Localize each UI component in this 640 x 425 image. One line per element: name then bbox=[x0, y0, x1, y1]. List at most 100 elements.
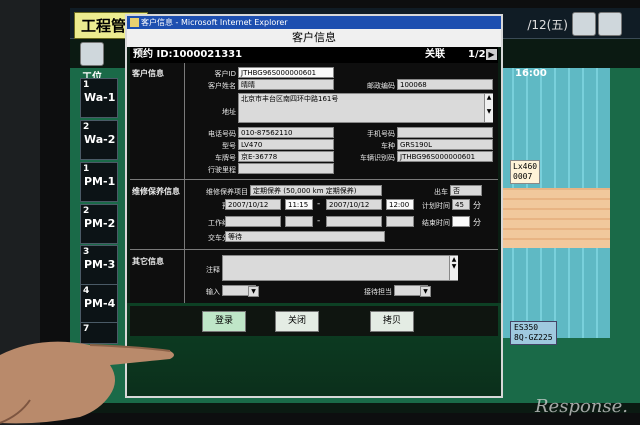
work-from-time[interactable] bbox=[285, 216, 313, 227]
row-number: 4 bbox=[83, 286, 90, 296]
pointing-hand bbox=[0, 341, 174, 424]
toolbar-icon-2[interactable] bbox=[598, 12, 622, 36]
postcode-field[interactable]: 100068 bbox=[397, 79, 493, 90]
row-pm-4[interactable]: 4 PM-4 bbox=[80, 284, 118, 324]
car-out-label: 出车 bbox=[434, 188, 448, 196]
phone-field[interactable]: 010-87562110 bbox=[238, 127, 334, 138]
chevron-down-icon[interactable]: ▼ bbox=[420, 286, 431, 297]
page-indicator: 1/2 bbox=[468, 49, 486, 60]
vin-field[interactable]: JTHBG96S000000601 bbox=[397, 151, 493, 162]
customer-id-label: 客户ID bbox=[214, 70, 236, 78]
chevron-down-icon[interactable]: ▼ bbox=[248, 286, 259, 297]
input-label: 输入 bbox=[206, 288, 220, 296]
row-label: Wa-1 bbox=[84, 91, 116, 104]
row-label: PM-2 bbox=[84, 217, 116, 230]
dialog-header: 客户信息 bbox=[127, 29, 501, 47]
row-number: 1 bbox=[83, 164, 90, 174]
vehicle-type-field[interactable]: GRS190L bbox=[397, 139, 493, 150]
plan-time-field[interactable]: 45 bbox=[452, 199, 470, 210]
row-label: PM-1 bbox=[84, 175, 116, 188]
mileage-label: 行驶里程 bbox=[208, 166, 236, 174]
row-number: 2 bbox=[83, 122, 90, 132]
copy-button[interactable]: 拷贝 bbox=[370, 311, 414, 332]
row-number: 3 bbox=[83, 247, 90, 257]
close-button[interactable]: 关闭 bbox=[275, 311, 319, 332]
section-other: 其它信息 bbox=[132, 257, 164, 266]
address-field[interactable]: 北京市丰台区南四环中路161号 bbox=[238, 93, 493, 123]
range-dash: - bbox=[317, 199, 321, 209]
model-field[interactable]: LV470 bbox=[238, 139, 334, 150]
section-divider-vertical bbox=[184, 63, 185, 303]
note-scrollbar[interactable]: ▲ ▼ bbox=[449, 256, 458, 280]
row-pm-3[interactable]: 3 PM-3 bbox=[80, 245, 118, 285]
row-number: 1 bbox=[83, 80, 90, 90]
row-pm-1[interactable]: 1 PM-1 bbox=[80, 162, 118, 202]
customer-id-field[interactable]: JTHBG96S000000601 bbox=[238, 67, 334, 78]
button-row: 登录 关闭 拷贝 bbox=[130, 306, 498, 336]
plan-time-unit: 分 bbox=[473, 201, 481, 210]
schedule-block[interactable] bbox=[500, 188, 610, 248]
address-scrollbar[interactable]: ▲ ▼ bbox=[484, 94, 493, 122]
reserve-time-from[interactable]: 11:15 bbox=[285, 199, 313, 210]
customer-name-field[interactable]: 晴晴 bbox=[238, 79, 334, 90]
record-bar: 预约 ID:1000021331 关联 1/2 ▶ bbox=[130, 47, 498, 63]
plan-time-label: 计划时间 bbox=[422, 202, 450, 210]
related-label: 关联 bbox=[425, 49, 445, 60]
row-pm-2[interactable]: 2 PM-2 bbox=[80, 204, 118, 244]
watermark: Response. bbox=[534, 396, 628, 417]
window-title: 客户信息 - Microsoft Internet Explorer bbox=[141, 18, 288, 27]
schedule-card[interactable]: Lx460 0007 bbox=[510, 160, 541, 184]
row-label: PM-3 bbox=[84, 258, 116, 271]
work-from-date[interactable] bbox=[225, 216, 281, 227]
app-date: /12(五) bbox=[527, 18, 568, 32]
section-customer: 客户信息 bbox=[132, 69, 164, 78]
next-page-icon[interactable]: ▶ bbox=[486, 49, 497, 60]
car-out-field[interactable]: 否 bbox=[450, 185, 482, 196]
handover-field[interactable]: 等待 bbox=[225, 231, 385, 242]
section-maintenance: 维修保养信息 bbox=[132, 187, 180, 196]
row-wa-2[interactable]: 2 Wa-2 bbox=[80, 120, 118, 160]
address-label: 地址 bbox=[222, 108, 236, 116]
mileage-field[interactable] bbox=[238, 163, 334, 174]
note-label: 注释 bbox=[206, 266, 220, 274]
work-to-date[interactable] bbox=[326, 216, 382, 227]
reserve-date-to[interactable]: 2007/10/12 bbox=[326, 199, 382, 210]
time-label: 16:00 bbox=[515, 68, 547, 79]
customer-info-dialog: 客户信息 - Microsoft Internet Explorer 客户信息 … bbox=[125, 14, 503, 398]
schedule-card[interactable]: ES350 8Q-GZ225 bbox=[510, 321, 557, 345]
ie-icon bbox=[130, 18, 139, 27]
maintenance-item-field[interactable]: 定期保养 (50,000 km 定期保养) bbox=[250, 185, 382, 196]
row-wa-1[interactable]: 1 Wa-1 bbox=[80, 78, 118, 118]
row-label: PM-4 bbox=[84, 297, 116, 310]
plate-field[interactable]: 京E-36778 bbox=[238, 151, 334, 162]
reserve-time-to[interactable]: 12:00 bbox=[386, 199, 414, 210]
title-bar: 客户信息 - Microsoft Internet Explorer bbox=[127, 16, 501, 29]
maintenance-item-label: 维修保养项目 bbox=[206, 188, 248, 196]
note-field[interactable] bbox=[222, 255, 458, 281]
actual-time-field[interactable] bbox=[452, 216, 470, 227]
model-label: 型号 bbox=[222, 142, 236, 150]
mobile-field[interactable] bbox=[397, 127, 493, 138]
mobile-label: 手机号码 bbox=[367, 130, 395, 138]
customer-name-label: 客户姓名 bbox=[208, 82, 236, 90]
form-content: 客户信息 客户ID JTHBG96S000000601 客户姓名 晴晴 邮政编码… bbox=[130, 63, 498, 303]
postcode-label: 邮政编码 bbox=[367, 82, 395, 90]
service-staff-label: 接待担当 bbox=[364, 288, 392, 296]
row-label: Wa-2 bbox=[84, 133, 116, 146]
row-number: 2 bbox=[83, 206, 90, 216]
register-button[interactable]: 登录 bbox=[202, 311, 246, 332]
work-to-time[interactable] bbox=[386, 216, 414, 227]
vin-label: 车辆识别码 bbox=[360, 154, 395, 162]
reservation-id: 预约 ID:1000021331 bbox=[133, 49, 243, 60]
phone-label: 电话号码 bbox=[208, 130, 236, 138]
actual-time-unit: 分 bbox=[473, 218, 481, 227]
vehicle-type-label: 车种 bbox=[381, 142, 395, 150]
toolbar-icon-1[interactable] bbox=[572, 12, 596, 36]
actual-time-label: 结束时间 bbox=[422, 219, 450, 227]
section-divider bbox=[130, 179, 498, 180]
section-divider bbox=[130, 249, 498, 250]
plate-label: 车牌号 bbox=[215, 154, 236, 162]
search-icon[interactable] bbox=[80, 42, 104, 66]
range-dash: - bbox=[317, 216, 321, 226]
reserve-date-from[interactable]: 2007/10/12 bbox=[225, 199, 281, 210]
